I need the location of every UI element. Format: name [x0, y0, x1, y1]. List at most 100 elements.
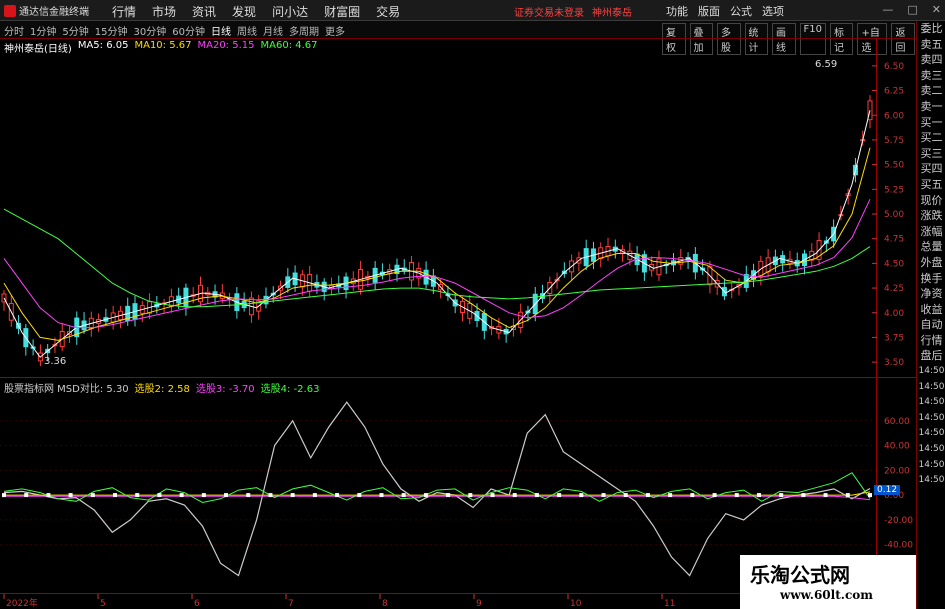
- price-tick-label: 3.50: [884, 358, 904, 368]
- stock-name: 神州泰岳(日线): [4, 44, 72, 55]
- indicator-line-3: [3, 472, 871, 504]
- indicator-dot: [68, 493, 73, 498]
- side-panel-item[interactable]: 涨跌: [917, 208, 945, 224]
- time-tick-label: 8: [382, 599, 388, 609]
- indicator-dot: [868, 493, 872, 498]
- side-panel-item[interactable]: 换手: [917, 271, 945, 287]
- ma-legend: 神州泰岳(日线) MA5: 6.05 MA10: 5.67 MA20: 5.15…: [0, 40, 318, 55]
- indicator-dot: [734, 493, 739, 498]
- indicator-dot: [712, 493, 717, 498]
- price-tick-label: 4.00: [884, 309, 904, 319]
- indicator-tick-label: 40.00: [884, 442, 910, 452]
- side-panel-item[interactable]: 14:50: [917, 364, 945, 380]
- indicator-dot: [468, 493, 473, 498]
- price-tick-label: 5.75: [884, 136, 904, 146]
- pick4-label: 选股4: -2.63: [260, 384, 320, 395]
- price-tick-label: 6.50: [884, 62, 904, 72]
- indicator-dot: [335, 493, 340, 498]
- side-panel-item[interactable]: 14:50: [917, 458, 945, 474]
- side-panel-item[interactable]: 买四: [917, 161, 945, 177]
- price-tick-label: 5.00: [884, 210, 904, 220]
- side-panel-item[interactable]: 行情: [917, 333, 945, 349]
- msd-label: 股票指标网 MSD对比: 5.30: [4, 384, 129, 395]
- indicator-dot: [2, 493, 6, 498]
- side-panel-item[interactable]: 卖一: [917, 99, 945, 115]
- indicator-dot: [690, 493, 695, 498]
- side-panel-item[interactable]: 外盘: [917, 255, 945, 271]
- indicator-dot: [446, 493, 451, 498]
- indicator-dot: [135, 493, 140, 498]
- side-panel-item[interactable]: 卖二: [917, 83, 945, 99]
- price-tick-label: 6.00: [884, 111, 904, 121]
- side-panel-item[interactable]: 净资: [917, 286, 945, 302]
- ma20-label: MA20: 5.15: [197, 40, 255, 51]
- indicator-dot: [224, 493, 229, 498]
- pick3-label: 选股3: -3.70: [195, 384, 255, 395]
- indicator-dot: [246, 493, 251, 498]
- indicator-dot: [801, 493, 806, 498]
- side-panel-item[interactable]: 盘后: [917, 348, 945, 364]
- high-price-label: 6.59: [815, 59, 838, 70]
- indicator-dot: [534, 493, 539, 498]
- time-tick-label: 2022年: [6, 597, 38, 609]
- side-panel-item[interactable]: 卖四: [917, 52, 945, 68]
- indicator-dot: [623, 493, 628, 498]
- chart-canvas[interactable]: 6.50 6.25 6.00 5.75 5.50 5.25 5.00 4.75 4.50 4.25…: [0, 0, 916, 609]
- side-panel-item[interactable]: 卖三: [917, 68, 945, 84]
- time-tick-label: 11: [664, 599, 675, 609]
- close-icon[interactable]: ✕: [932, 3, 941, 16]
- indicator-dot: [179, 493, 184, 498]
- side-panel-item[interactable]: 买五: [917, 177, 945, 193]
- indicator-legend: 股票指标网 MSD对比: 5.30 选股2: 2.58 选股3: -3.70 选…: [0, 380, 320, 395]
- side-panel-item[interactable]: 14:50: [917, 395, 945, 411]
- side-panel-item[interactable]: 14:50: [917, 442, 945, 458]
- side-panel-item[interactable]: 买三: [917, 146, 945, 162]
- watermark-title: 乐淘公式网: [750, 563, 850, 587]
- indicator-dot: [357, 493, 362, 498]
- side-panel-item[interactable]: 买一: [917, 115, 945, 131]
- indicator-dot: [157, 493, 162, 498]
- side-panel-item[interactable]: 卖五: [917, 37, 945, 53]
- side-panel-item[interactable]: 现价: [917, 193, 945, 209]
- indicator-dot: [845, 493, 850, 498]
- side-panel-item[interactable]: 自动: [917, 317, 945, 333]
- current-indicator-value: 0.12: [874, 485, 901, 495]
- watermark-url: www.60lt.com: [780, 588, 873, 602]
- indicator-dot: [779, 493, 784, 498]
- side-panel-item[interactable]: 总量: [917, 239, 945, 255]
- price-tick-label: 4.75: [884, 235, 904, 245]
- side-panel-item[interactable]: 委比: [917, 21, 945, 37]
- time-tick-label: 10: [570, 599, 582, 609]
- indicator-tick-label: 60.00: [884, 417, 910, 427]
- indicator-dot: [90, 493, 95, 498]
- price-tick-label: 4.25: [884, 284, 904, 294]
- indicator-tick-label: 20.00: [884, 466, 910, 476]
- ma5-label: MA5: 6.05: [77, 40, 129, 51]
- side-panel-item[interactable]: 14:50: [917, 473, 945, 489]
- indicator-dot: [512, 493, 517, 498]
- indicator-dot: [312, 493, 317, 498]
- indicator-dot: [645, 493, 650, 498]
- indicator-dot: [379, 493, 384, 498]
- indicator-tick-label: -40.00: [884, 541, 913, 551]
- side-panel-item[interactable]: 14:50: [917, 380, 945, 396]
- time-tick-label: 9: [476, 599, 482, 609]
- side-panel-item[interactable]: 14:50: [917, 426, 945, 442]
- price-tick-label: 3.75: [884, 333, 904, 343]
- indicator-dot: [756, 493, 761, 498]
- low-price-label: 3.36: [44, 356, 67, 367]
- indicator-tick-label: -20.00: [884, 516, 913, 526]
- pick2-label: 选股2: 2.58: [134, 384, 190, 395]
- side-panel-item[interactable]: 涨幅: [917, 224, 945, 240]
- time-tick-label: 5: [100, 599, 106, 609]
- side-panel-item[interactable]: 收益: [917, 302, 945, 318]
- indicator-dot: [401, 493, 406, 498]
- indicator-dot: [290, 493, 295, 498]
- price-tick-label: 5.25: [884, 185, 904, 195]
- side-panel-item[interactable]: 买二: [917, 130, 945, 146]
- indicator-line-0: [3, 401, 871, 577]
- indicator-dot: [423, 493, 428, 498]
- side-panel-item[interactable]: 14:50: [917, 411, 945, 427]
- time-tick-label: 7: [288, 599, 294, 609]
- indicator-dot: [601, 493, 606, 498]
